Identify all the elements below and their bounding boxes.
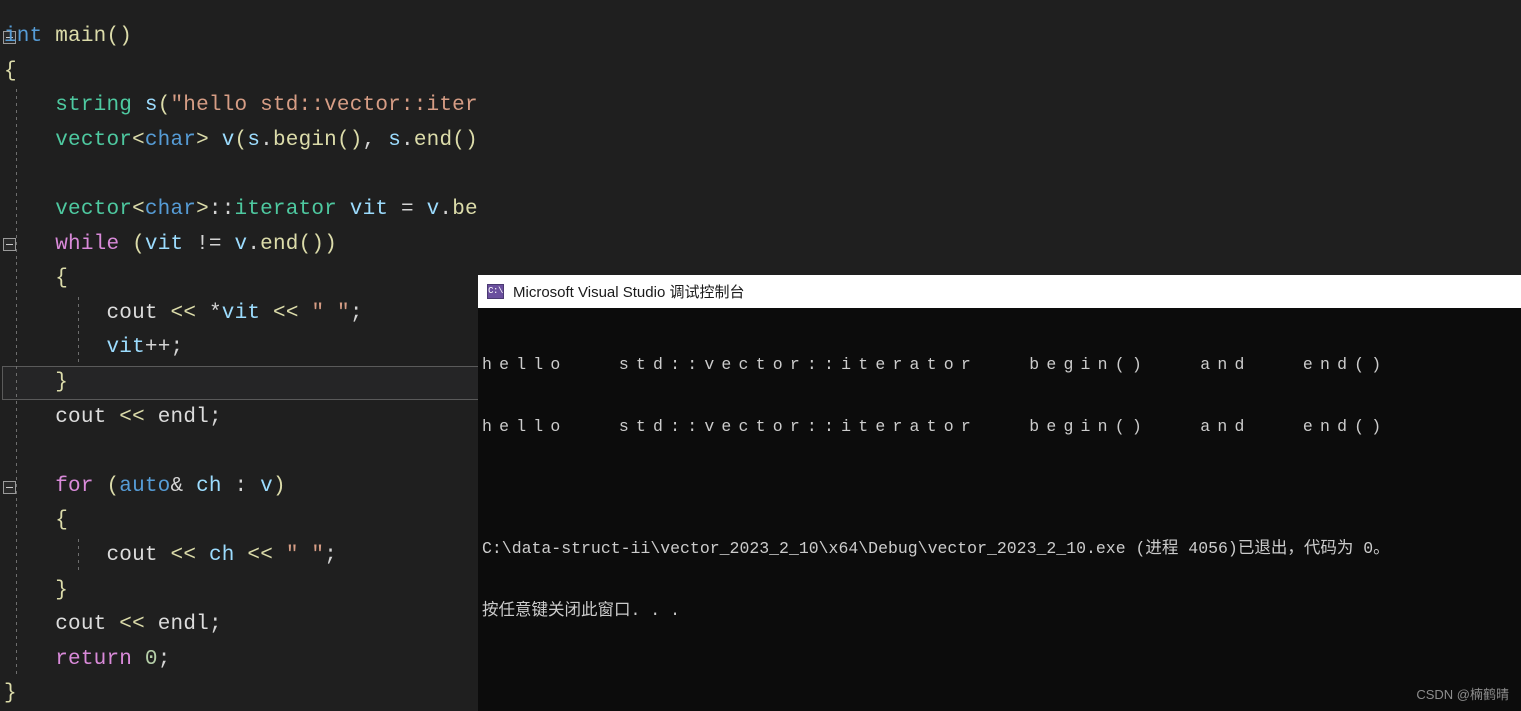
console-output-line-1: hello std::vector::iterator begin() and … bbox=[482, 355, 1389, 374]
csdn-watermark: CSDN @楠鹤晴 bbox=[1416, 687, 1509, 702]
code-line[interactable]: cout << ch << " "; bbox=[0, 539, 478, 574]
code-line[interactable]: for (auto& ch : v) bbox=[0, 469, 478, 505]
code-line-text: vector<char> v(s.begin(), s.end()); bbox=[55, 128, 478, 152]
code-surface[interactable]: int main(){ string s("hello std::vector:… bbox=[0, 0, 478, 711]
current-line-highlight bbox=[2, 366, 478, 400]
code-line-text: vit++; bbox=[106, 336, 184, 360]
console-titlebar[interactable]: C:\ Microsoft Visual Studio 调试控制台 bbox=[478, 275, 1521, 308]
code-line-text: string s("hello std::vector::iterator be… bbox=[55, 94, 478, 118]
console-window-icon: C:\ bbox=[487, 284, 504, 299]
code-line-text: vector<char>::iterator vit = v.begin(); bbox=[55, 198, 478, 221]
indent-guide bbox=[16, 158, 17, 193]
console-output-line-2: hello std::vector::iterator begin() and … bbox=[482, 416, 1389, 436]
code-line-text: cout << endl; bbox=[55, 405, 222, 429]
indent-guide bbox=[16, 435, 17, 470]
code-editor-pane[interactable]: int main(){ string s("hello std::vector:… bbox=[0, 0, 478, 711]
console-title-text: Microsoft Visual Studio 调试控制台 bbox=[513, 284, 745, 301]
code-line[interactable]: { bbox=[0, 55, 478, 90]
code-line[interactable] bbox=[0, 435, 478, 470]
code-line-text: for (auto& ch : v) bbox=[55, 474, 286, 498]
code-line-text: } bbox=[55, 578, 69, 602]
code-line[interactable]: } bbox=[0, 677, 478, 711]
console-exit-line: C:\data-struct-ii\vector_2023_2_10\x64\D… bbox=[482, 539, 1390, 558]
code-line-text: { bbox=[55, 509, 69, 533]
code-line-text: { bbox=[4, 59, 17, 83]
console-icon-glyph: C:\ bbox=[488, 286, 503, 296]
code-line-text: } bbox=[55, 371, 69, 394]
debug-console-window[interactable]: C:\ Microsoft Visual Studio 调试控制台 hello … bbox=[478, 275, 1521, 711]
code-line-text: cout << *vit << " "; bbox=[106, 301, 363, 325]
code-line[interactable]: while (vit != v.end()) bbox=[0, 227, 478, 263]
code-line[interactable]: { bbox=[0, 262, 478, 297]
code-line[interactable] bbox=[0, 158, 478, 193]
code-line[interactable]: vector<char> v(s.begin(), s.end()); bbox=[0, 123, 478, 159]
code-line-text: cout << ch << " "; bbox=[106, 544, 338, 567]
code-line[interactable]: return 0; bbox=[0, 642, 478, 678]
code-line[interactable]: cout << *vit << " "; bbox=[0, 296, 478, 332]
code-line[interactable]: } bbox=[0, 573, 478, 609]
code-line[interactable]: int main() bbox=[0, 20, 478, 55]
code-line-text: { bbox=[55, 267, 69, 291]
code-line[interactable]: string s("hello std::vector::iterator be… bbox=[0, 89, 478, 124]
code-line-text: while (vit != v.end()) bbox=[55, 232, 338, 256]
code-line[interactable]: vit++; bbox=[0, 331, 478, 366]
code-line[interactable]: cout << endl; bbox=[0, 608, 478, 643]
screenshot-root: int main(){ string s("hello std::vector:… bbox=[0, 0, 1521, 711]
console-prompt-line: 按任意键关闭此窗口. . . bbox=[482, 600, 681, 620]
code-line[interactable]: vector<char>::iterator vit = v.begin(); bbox=[0, 193, 478, 228]
code-line-text: cout << endl; bbox=[55, 613, 222, 637]
code-line-text: } bbox=[4, 682, 17, 706]
console-output: hello std::vector::iterator begin() and … bbox=[478, 308, 1521, 662]
code-line-text: return 0; bbox=[55, 647, 171, 671]
code-line[interactable]: } bbox=[0, 366, 478, 401]
code-line-text: int main() bbox=[4, 25, 133, 48]
code-line[interactable]: { bbox=[0, 504, 478, 539]
code-line[interactable]: cout << endl; bbox=[0, 400, 478, 436]
